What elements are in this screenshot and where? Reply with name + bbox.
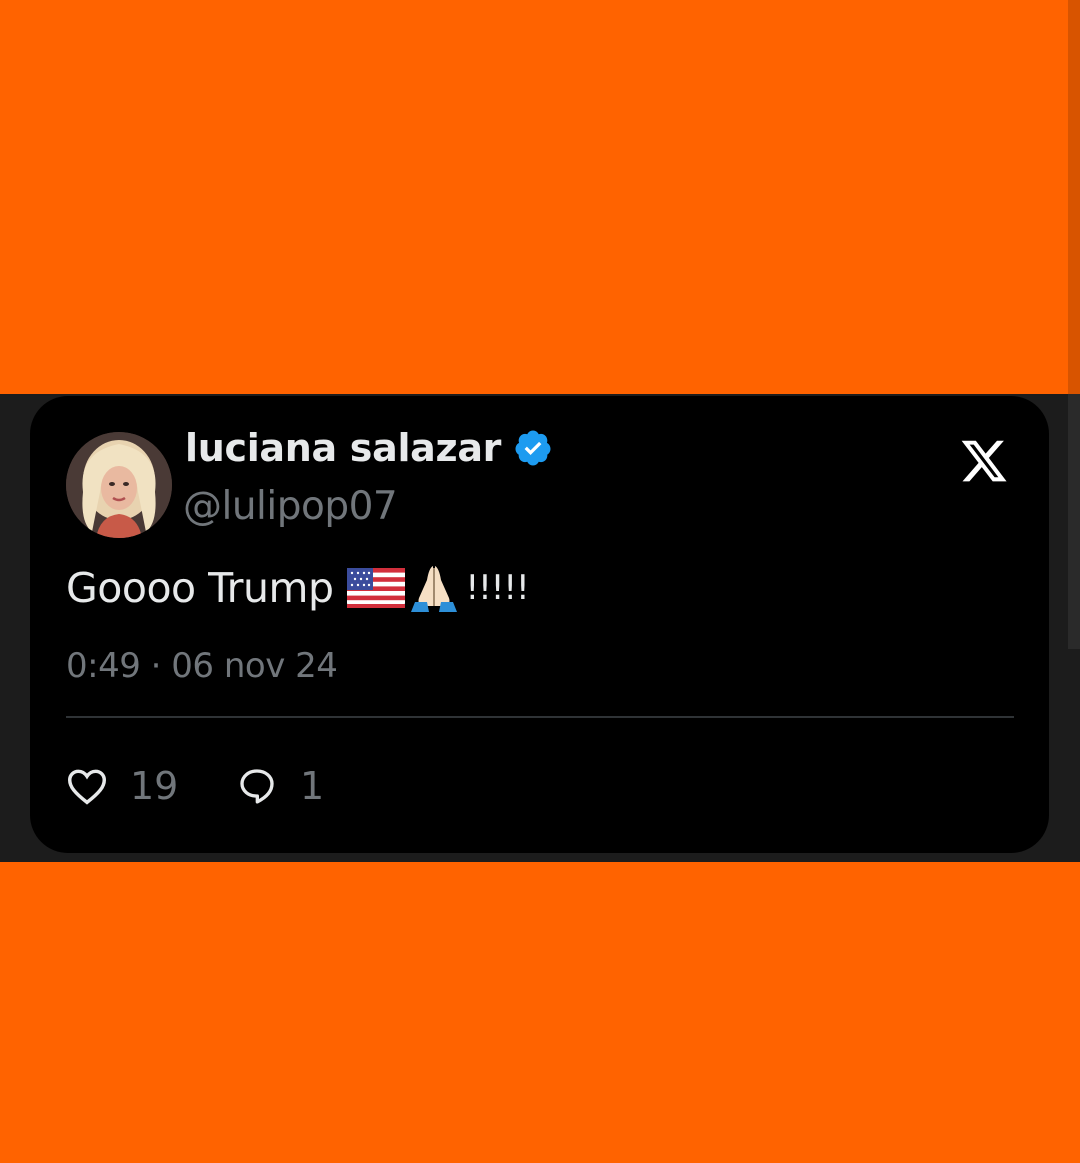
- like-count: 19: [130, 764, 179, 808]
- avatar[interactable]: [66, 432, 172, 538]
- folded-hands-icon: [411, 566, 458, 612]
- display-name[interactable]: luciana salazar: [185, 426, 553, 470]
- tweet-timestamp[interactable]: 0:49 · 06 nov 24: [66, 646, 338, 686]
- tweet-text-suffix: !!!!!: [465, 568, 529, 608]
- orange-background-top: [0, 0, 1080, 394]
- tweet-card[interactable]: luciana salazar @lulipop07 Goooo Trump !…: [30, 396, 1049, 853]
- tweet-text: Goooo Trump !!!!!: [66, 562, 530, 614]
- like-button[interactable]: 19: [66, 764, 178, 808]
- background-edge: [1068, 0, 1080, 394]
- user-handle[interactable]: @lulipop07: [183, 484, 398, 529]
- display-name-text[interactable]: luciana salazar: [185, 426, 501, 470]
- heart-icon: [67, 769, 107, 805]
- x-logo-icon[interactable]: [958, 436, 1010, 486]
- reply-bubble-icon: [240, 769, 274, 804]
- dark-band-edge: [1068, 394, 1080, 649]
- reply-count: 1: [300, 764, 325, 808]
- reply-button[interactable]: 1: [236, 764, 324, 808]
- tweet-text-content: Goooo Trump: [66, 564, 334, 612]
- us-flag-icon: [347, 568, 406, 608]
- orange-background-bottom: [0, 862, 1080, 1163]
- verified-badge-icon: [515, 430, 551, 466]
- divider: [66, 716, 1014, 718]
